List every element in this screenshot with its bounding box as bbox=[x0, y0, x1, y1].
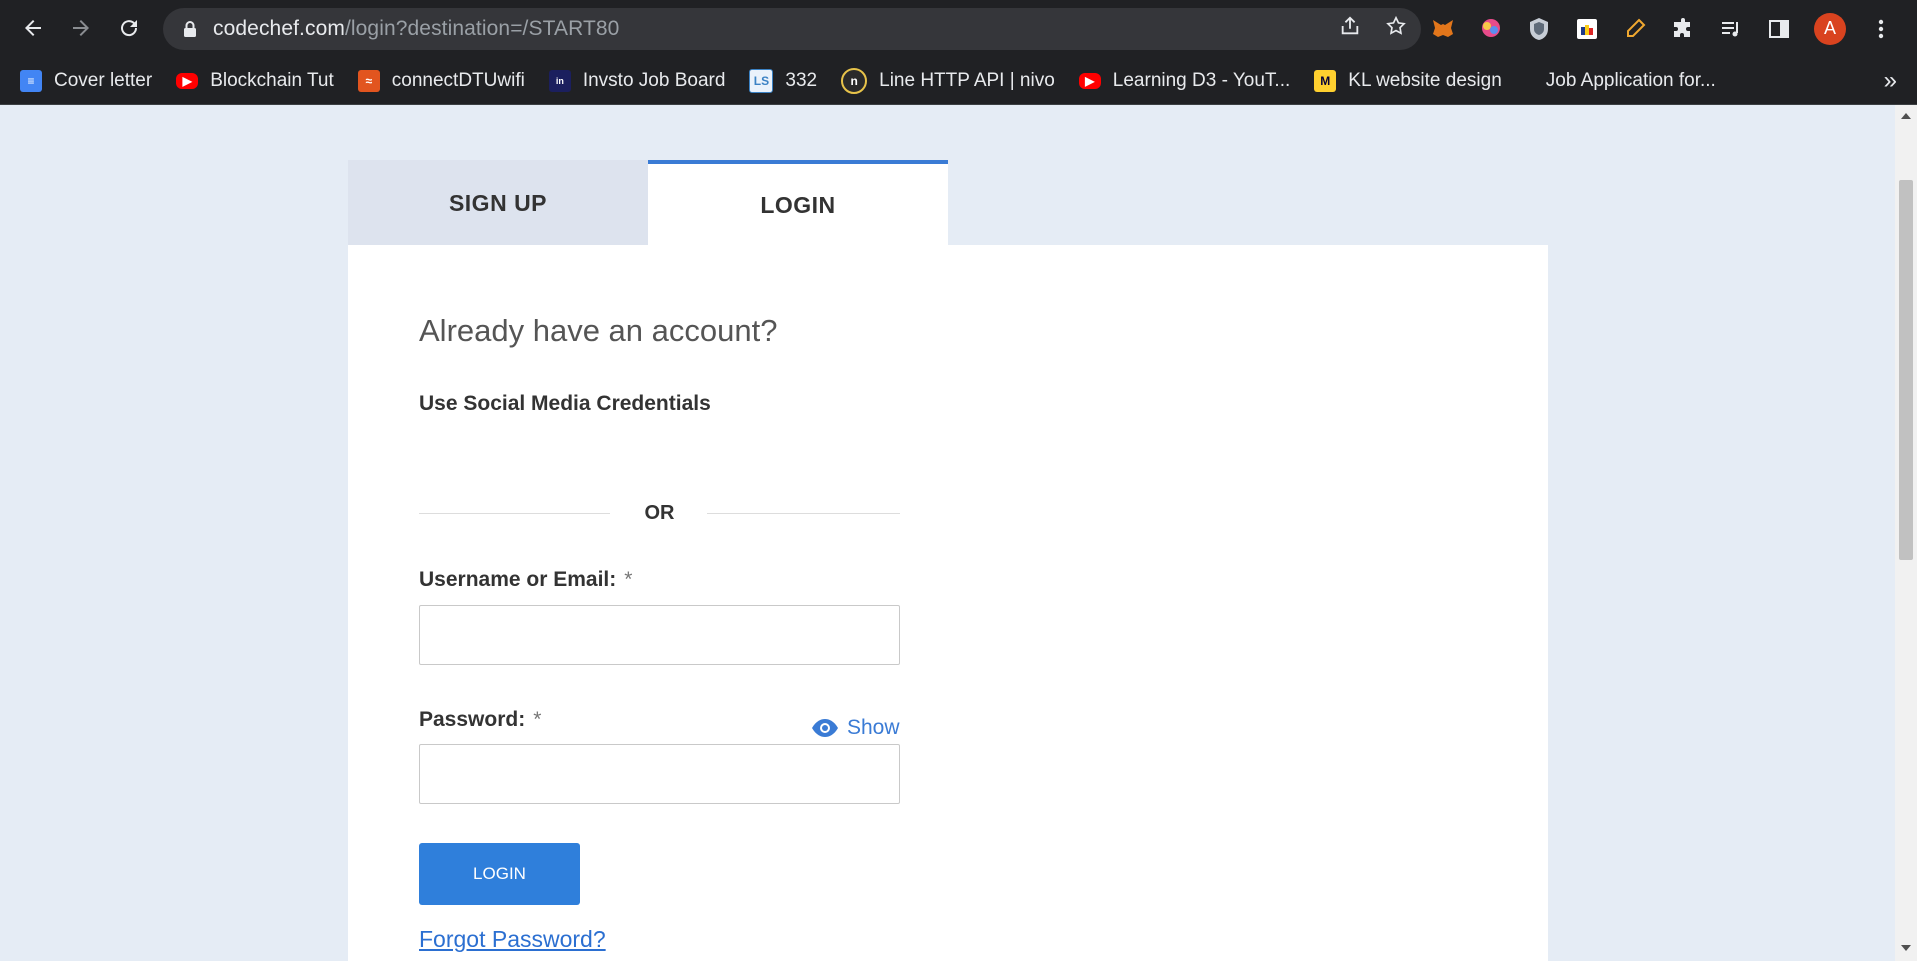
brain-extension-icon[interactable] bbox=[1478, 16, 1504, 42]
or-divider: OR bbox=[419, 498, 900, 528]
pen-extension-icon[interactable] bbox=[1622, 16, 1648, 42]
invsto-icon: in bbox=[548, 69, 571, 92]
url-path: /login?destination=/START80 bbox=[344, 17, 620, 40]
bookmark-learning-d3[interactable]: ▶ Learning D3 - YouT... bbox=[1078, 69, 1291, 92]
lock-icon bbox=[183, 20, 197, 38]
show-label: Show bbox=[847, 716, 900, 739]
nivo-icon: n bbox=[841, 67, 868, 94]
forgot-password-link[interactable]: Forgot Password? bbox=[419, 926, 606, 953]
share-icon[interactable] bbox=[1339, 15, 1361, 43]
back-arrow-icon[interactable] bbox=[9, 4, 57, 52]
tab-login[interactable]: LOGIN bbox=[648, 160, 948, 246]
puzzle-extensions-icon[interactable] bbox=[1670, 16, 1696, 42]
url-host: codechef.com bbox=[213, 17, 345, 40]
forward-arrow-icon[interactable] bbox=[57, 4, 105, 52]
bookmark-label: Invsto Job Board bbox=[582, 69, 726, 91]
bookmark-job-application[interactable]: Job Application for... bbox=[1546, 70, 1716, 92]
bookmark-label: Cover letter bbox=[54, 69, 153, 91]
bookmark-label: Line HTTP API | nivo bbox=[879, 69, 1055, 91]
bookmark-line-http-api[interactable]: n Line HTTP API | nivo bbox=[841, 67, 1055, 94]
password-label-text: Password: bbox=[419, 708, 526, 731]
show-password-toggle[interactable]: Show bbox=[811, 716, 900, 740]
miro-icon: M bbox=[1314, 69, 1337, 92]
tab-sign-up[interactable]: SIGN UP bbox=[348, 160, 648, 246]
scroll-down-arrow-icon[interactable] bbox=[1901, 945, 1911, 951]
bookmarks-overflow-icon[interactable]: » bbox=[1884, 57, 1897, 104]
page-scrollbar[interactable] bbox=[1895, 105, 1917, 961]
required-mark: * bbox=[533, 708, 542, 731]
bookmark-invsto-job-board[interactable]: in Invsto Job Board bbox=[548, 69, 726, 92]
username-label-text: Username or Email: bbox=[419, 568, 617, 591]
side-panel-icon[interactable] bbox=[1766, 16, 1792, 42]
browser-toolbar: codechef.com/login?destination=/START80 bbox=[0, 0, 1917, 57]
reload-icon[interactable] bbox=[105, 4, 153, 52]
bookmark-label: Job Application for... bbox=[1545, 69, 1716, 91]
login-card: Already have an account? Use Social Medi… bbox=[348, 245, 1548, 961]
bookmark-connectdtuwifi[interactable]: ≈ connectDTUwifi bbox=[357, 69, 525, 92]
youtube-icon: ▶ bbox=[176, 72, 199, 89]
bookmark-cover-letter[interactable]: ≡ Cover letter bbox=[20, 69, 153, 92]
bookmark-label: KL website design bbox=[1348, 69, 1502, 91]
bookmark-332[interactable]: LS 332 bbox=[749, 68, 818, 93]
auth-tabs: SIGN UP LOGIN bbox=[348, 160, 948, 246]
bookmark-star-icon[interactable] bbox=[1385, 15, 1407, 43]
ls-icon: LS bbox=[749, 68, 774, 93]
login-button[interactable]: LOGIN bbox=[419, 843, 580, 905]
scroll-thumb[interactable] bbox=[1899, 180, 1913, 560]
bookmark-blockchain-tut[interactable]: ▶ Blockchain Tut bbox=[176, 70, 334, 92]
shield-extension-icon[interactable] bbox=[1526, 16, 1552, 42]
page-viewport: SIGN UP LOGIN Already have an account? U… bbox=[0, 105, 1895, 961]
social-credentials-label: Use Social Media Credentials bbox=[419, 392, 711, 415]
youtube-icon: ▶ bbox=[1078, 72, 1101, 89]
bookmark-label: 332 bbox=[785, 69, 818, 91]
scroll-up-arrow-icon[interactable] bbox=[1901, 113, 1911, 119]
page-title: Already have an account? bbox=[419, 313, 778, 348]
username-label: Username or Email: * bbox=[419, 568, 632, 592]
password-input[interactable] bbox=[419, 744, 900, 804]
address-bar[interactable]: codechef.com/login?destination=/START80 bbox=[163, 8, 1421, 50]
media-queue-icon[interactable] bbox=[1718, 16, 1744, 42]
bookmark-label: Learning D3 - YouT... bbox=[1112, 69, 1291, 91]
divider-line-right bbox=[707, 513, 900, 514]
bookmark-label: Blockchain Tut bbox=[210, 69, 334, 91]
docs-icon: ≡ bbox=[20, 69, 42, 92]
eye-icon bbox=[811, 718, 839, 738]
kebab-menu-icon[interactable] bbox=[1868, 16, 1894, 42]
profile-avatar[interactable]: A bbox=[1814, 12, 1846, 45]
url-text: codechef.com/login?destination=/START80 bbox=[213, 17, 619, 41]
wifi-logo-icon: ≈ bbox=[357, 69, 380, 92]
required-mark: * bbox=[624, 568, 633, 591]
flag-extension-icon[interactable] bbox=[1574, 16, 1600, 42]
username-email-input[interactable] bbox=[419, 605, 900, 665]
bookmarks-bar: ≡ Cover letter ▶ Blockchain Tut ≈ connec… bbox=[0, 57, 1917, 105]
bookmark-label: connectDTUwifi bbox=[391, 69, 525, 91]
password-label: Password: * bbox=[419, 708, 541, 732]
bookmark-kl-website-design[interactable]: M KL website design bbox=[1314, 69, 1502, 92]
metamask-icon[interactable] bbox=[1430, 16, 1456, 42]
